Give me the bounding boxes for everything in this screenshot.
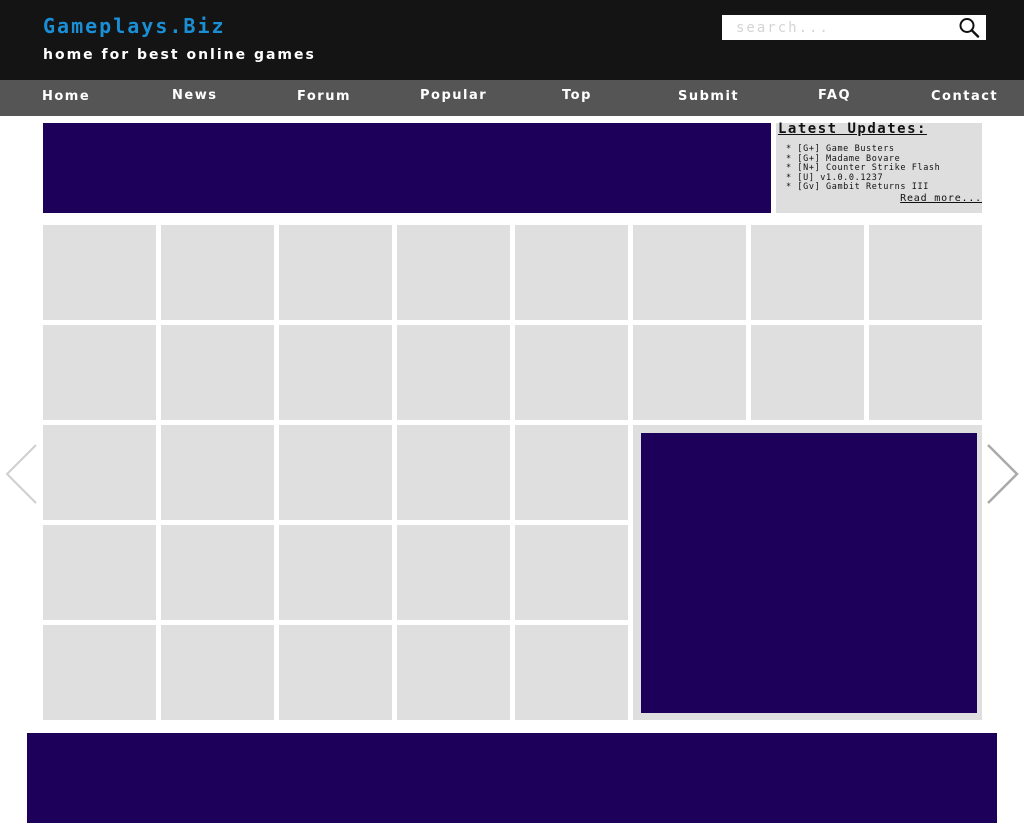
game-tile[interactable] <box>43 225 156 320</box>
game-tile[interactable] <box>279 425 392 520</box>
game-tile[interactable] <box>43 525 156 620</box>
game-tile[interactable] <box>279 225 392 320</box>
site-tagline: home for best online games <box>43 47 316 63</box>
top-banner-ad[interactable] <box>43 123 771 213</box>
game-tile[interactable] <box>633 225 746 320</box>
nav-item-news[interactable]: News <box>172 88 217 103</box>
bottom-banner-ad[interactable] <box>27 733 997 823</box>
search-button[interactable] <box>958 17 980 38</box>
search-input[interactable] <box>722 15 952 40</box>
game-tile[interactable] <box>397 225 510 320</box>
game-tile[interactable] <box>751 225 864 320</box>
game-tile[interactable] <box>161 525 274 620</box>
game-tile[interactable] <box>751 325 864 420</box>
game-tile[interactable] <box>397 325 510 420</box>
game-tile[interactable] <box>43 625 156 720</box>
prev-arrow[interactable] <box>4 443 38 505</box>
featured-ad-frame <box>633 425 982 720</box>
nav-item-submit[interactable]: Submit <box>678 89 739 104</box>
game-tile[interactable] <box>397 425 510 520</box>
game-tile[interactable] <box>515 625 628 720</box>
game-tile[interactable] <box>279 625 392 720</box>
game-tile[interactable] <box>397 625 510 720</box>
game-tile[interactable] <box>43 425 156 520</box>
featured-ad[interactable] <box>641 433 977 713</box>
game-tile[interactable] <box>161 325 274 420</box>
read-more-link[interactable]: Read more... <box>900 193 982 204</box>
nav-item-forum[interactable]: Forum <box>297 89 351 104</box>
game-tile[interactable] <box>161 425 274 520</box>
site-title[interactable]: Gameplays.Biz <box>43 14 226 38</box>
search-icon <box>959 18 980 38</box>
latest-updates-panel: Latest Updates: * [G+] Game Busters * [G… <box>776 121 982 213</box>
header: Gameplays.Biz home for best online games <box>0 0 1024 80</box>
game-tile[interactable] <box>43 325 156 420</box>
game-tile[interactable] <box>633 325 746 420</box>
game-tile[interactable] <box>515 425 628 520</box>
latest-updates-title: Latest Updates: <box>778 121 927 137</box>
game-tile[interactable] <box>279 525 392 620</box>
game-tile[interactable] <box>397 525 510 620</box>
game-tile[interactable] <box>515 325 628 420</box>
game-tile[interactable] <box>515 525 628 620</box>
chevron-right-icon <box>987 444 1019 504</box>
game-tile[interactable] <box>515 225 628 320</box>
search-box <box>722 15 986 40</box>
game-tile[interactable] <box>161 625 274 720</box>
next-arrow[interactable] <box>986 443 1020 505</box>
game-tile[interactable] <box>161 225 274 320</box>
nav-item-contact[interactable]: Contact <box>931 89 998 104</box>
game-tile[interactable] <box>869 225 982 320</box>
game-tile[interactable] <box>279 325 392 420</box>
update-item[interactable]: * [Gv] Gambit Returns III <box>786 182 940 193</box>
chevron-left-icon <box>5 444 37 504</box>
game-tile[interactable] <box>869 325 982 420</box>
main-nav: Home News Forum Popular Top Submit FAQ C… <box>0 80 1024 116</box>
nav-item-top[interactable]: Top <box>562 88 592 103</box>
nav-item-faq[interactable]: FAQ <box>818 88 851 103</box>
updates-list: * [G+] Game Busters * [G+] Madame Bovare… <box>786 144 940 193</box>
nav-item-home[interactable]: Home <box>42 89 90 104</box>
nav-item-popular[interactable]: Popular <box>420 88 487 103</box>
